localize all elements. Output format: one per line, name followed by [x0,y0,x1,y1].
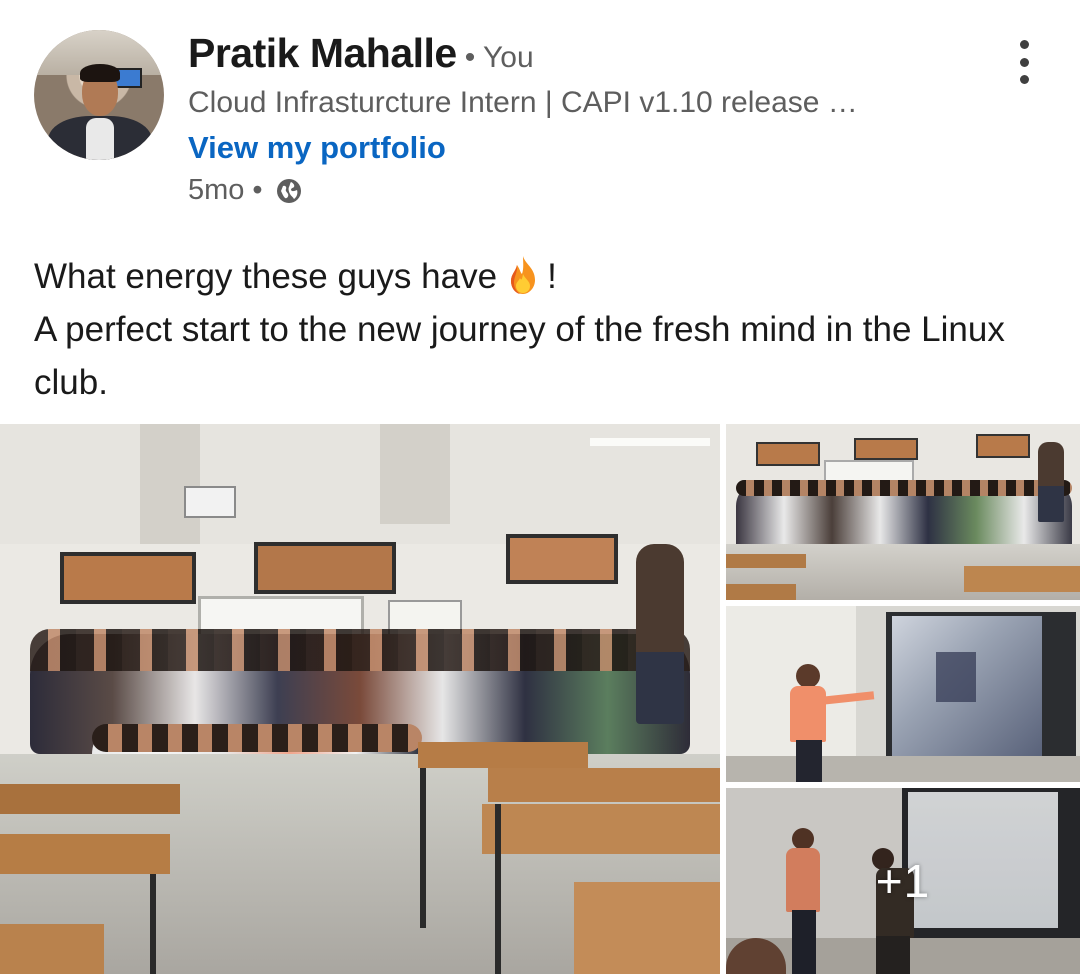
post-image-4[interactable]: +1 [726,788,1080,974]
post-line-2: A perfect start to the new journey of th… [34,310,1005,402]
author-relation: • You [464,41,534,74]
post-body: What energy these guys have ! A perfect … [34,250,1054,409]
view-portfolio-link[interactable]: View my portfolio [188,130,446,166]
globe-icon [276,178,301,203]
avatar-shirt [86,118,114,160]
author-headline: Cloud Infrasturcture Intern | CAPI v1.10… [188,86,858,119]
more-vertical-icon-dot [1019,57,1029,67]
more-images-count: +1 [875,855,931,907]
post-image-2[interactable] [726,424,1080,600]
post-line-1-end: ! [547,257,557,296]
meta-separator: • [252,174,263,206]
post-meta: 5mo • [188,174,303,207]
author-avatar[interactable] [34,30,164,160]
post-image-3[interactable] [726,606,1080,782]
author-name[interactable]: Pratik Mahalle [188,30,457,77]
more-images-overlay[interactable]: +1 [726,788,1080,974]
avatar-hair [80,64,120,82]
post-line-1-text: What energy these guys have [34,257,498,296]
more-vertical-icon-dot [1019,75,1029,84]
more-options-button[interactable] [1008,40,1040,84]
more-vertical-icon-dot [1019,40,1029,49]
post-image-main[interactable] [0,424,720,974]
post-time: 5mo [188,174,245,206]
author-name-line: Pratik Mahalle • You [188,30,534,77]
fire-emoji-icon [511,256,536,294]
post-line-1: What energy these guys have ! [34,250,1054,303]
